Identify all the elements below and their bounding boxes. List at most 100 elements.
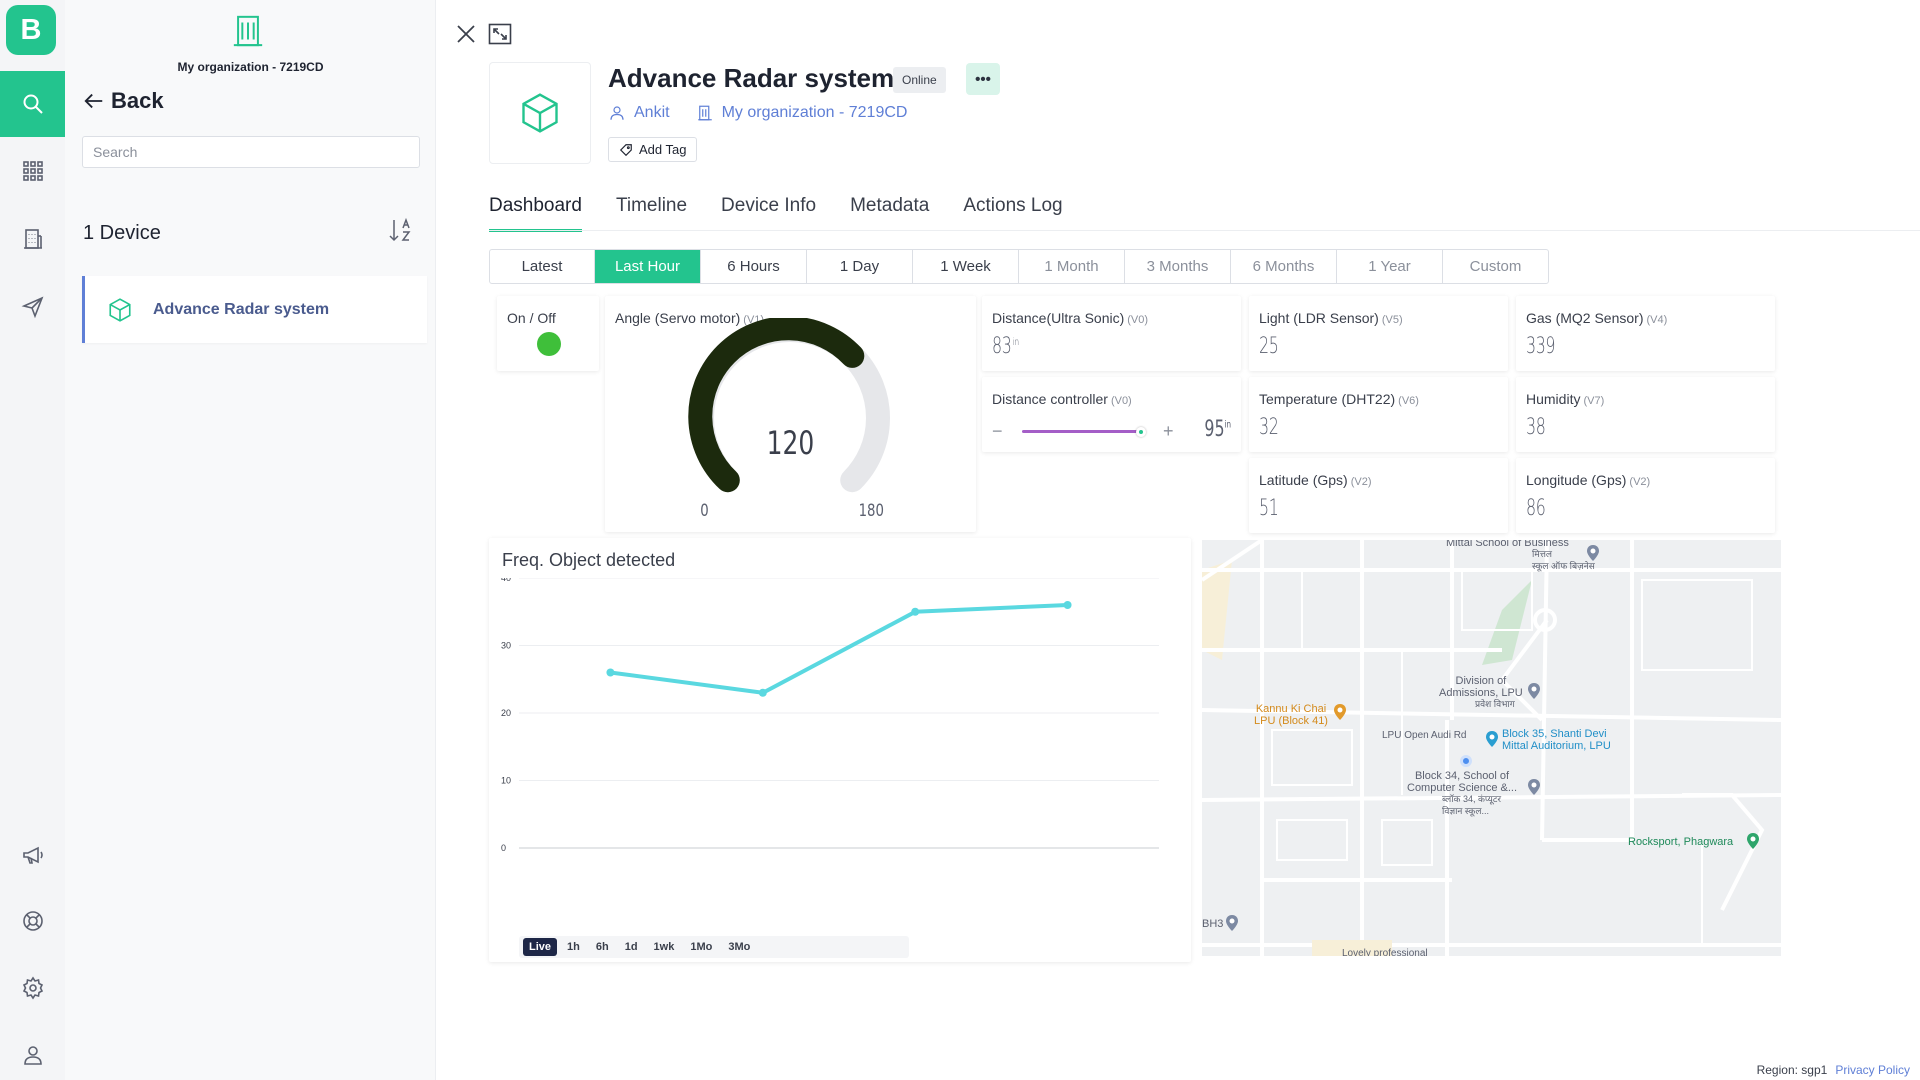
device-meta: Ankit My organization - 7219CD xyxy=(608,104,907,122)
messages-nav-button[interactable] xyxy=(0,274,65,340)
current-location-dot[interactable] xyxy=(1460,755,1472,767)
period-custom[interactable]: Custom xyxy=(1443,250,1548,283)
cafe-pin-icon[interactable] xyxy=(1333,703,1347,721)
distance-controller-unit: in xyxy=(1224,419,1231,431)
gas-value: 339 xyxy=(1526,334,1556,359)
region-label: Region: sgp1 xyxy=(1756,1063,1828,1077)
range-1mo[interactable]: 1Mo xyxy=(684,938,718,956)
distance-controller-number: 95 xyxy=(1204,417,1225,442)
auditorium-pin-icon[interactable] xyxy=(1485,730,1499,748)
slider-handle[interactable] xyxy=(1136,427,1146,437)
period-3-months[interactable]: 3 Months xyxy=(1125,250,1231,283)
tag-icon xyxy=(619,143,632,156)
gas-title-text: Gas (MQ2 Sensor) xyxy=(1526,310,1644,326)
period-1-day[interactable]: 1 Day xyxy=(807,250,913,283)
tab-actions-log[interactable]: Actions Log xyxy=(963,195,1062,232)
distance-controller-value: 95in xyxy=(1204,417,1231,442)
expand-icon[interactable] xyxy=(488,23,512,45)
map-label-road: LPU Open Audi Rd xyxy=(1382,730,1467,741)
angle-gauge xyxy=(688,318,890,493)
distance-controller-title-text: Distance controller xyxy=(992,391,1108,407)
tab-timeline[interactable]: Timeline xyxy=(616,195,687,232)
profile-nav-button[interactable] xyxy=(0,1022,65,1080)
slider-track[interactable] xyxy=(1022,430,1138,433)
longitude-title-text: Longitude (Gps) xyxy=(1526,472,1627,488)
temperature-widget: Temperature (DHT22) (V6) 32 xyxy=(1249,377,1508,452)
slider-decrement-button[interactable]: − xyxy=(992,421,1003,442)
temperature-title-text: Temperature (DHT22) xyxy=(1259,391,1396,407)
school-pin-icon[interactable] xyxy=(1527,778,1541,796)
period-1-week[interactable]: 1 Week xyxy=(913,250,1019,283)
y-tick-label: 10 xyxy=(501,776,511,786)
period-6-hours[interactable]: 6 Hours xyxy=(701,250,807,283)
tab-metadata[interactable]: Metadata xyxy=(850,195,929,232)
tabs-divider xyxy=(489,230,1920,231)
range-1h[interactable]: 1h xyxy=(561,938,586,956)
y-tick-label: 20 xyxy=(501,708,511,718)
shop-pin-icon[interactable] xyxy=(1746,832,1760,850)
period-1-month[interactable]: 1 Month xyxy=(1019,250,1125,283)
privacy-policy-link[interactable]: Privacy Policy xyxy=(1835,1063,1910,1077)
data-point[interactable] xyxy=(911,607,920,616)
map-label-block34: Block 34, School of Computer Science &..… xyxy=(1407,770,1518,794)
app-logo[interactable]: B xyxy=(6,5,56,55)
more-actions-button[interactable]: ••• xyxy=(966,63,1000,95)
range-3mo[interactable]: 3Mo xyxy=(722,938,756,956)
period-last-hour[interactable]: Last Hour xyxy=(595,250,701,283)
light-widget: Light (LDR Sensor) (V5) 25 xyxy=(1249,296,1508,371)
search-nav-button[interactable] xyxy=(0,71,65,137)
distance-title-text: Distance(Ultra Sonic) xyxy=(992,310,1125,326)
period-6-months[interactable]: 6 Months xyxy=(1231,250,1337,283)
onoff-title: On / Off xyxy=(507,310,556,326)
organizations-nav-button[interactable] xyxy=(0,206,65,272)
sort-az-icon[interactable] xyxy=(388,216,414,244)
distance-controller-pin: (V0) xyxy=(1110,395,1132,407)
distance-controller-title: Distance controller (V0) xyxy=(992,391,1132,407)
gear-icon xyxy=(22,976,43,1000)
slider-increment-button[interactable]: + xyxy=(1163,421,1174,442)
device-list-panel: My organization - 7219CD Back 1 Device A… xyxy=(65,0,436,1080)
onoff-led[interactable] xyxy=(537,332,561,356)
humidity-title-text: Humidity xyxy=(1526,391,1581,407)
device-tabs: Dashboard Timeline Device Info Metadata … xyxy=(489,195,1097,232)
range-6h[interactable]: 6h xyxy=(590,938,615,956)
megaphone-icon xyxy=(22,846,43,864)
map-widget[interactable]: Mittal School of Business मित्तल स्कूल ऑ… xyxy=(1202,540,1781,956)
data-point[interactable] xyxy=(1063,601,1072,609)
humidity-widget: Humidity (V7) 38 xyxy=(1516,377,1775,452)
user-icon xyxy=(610,106,624,120)
owner-link[interactable]: Ankit xyxy=(634,104,670,122)
series-line xyxy=(610,603,1068,695)
announcements-nav-button[interactable] xyxy=(0,822,65,888)
close-icon[interactable] xyxy=(456,24,476,44)
device-search-input[interactable] xyxy=(82,136,420,168)
angle-value: 120 xyxy=(766,424,815,462)
search-icon xyxy=(23,94,43,114)
help-nav-button[interactable] xyxy=(0,888,65,954)
data-point[interactable] xyxy=(606,668,615,677)
back-button[interactable]: Back xyxy=(83,88,164,114)
map-pin-icon[interactable] xyxy=(1527,682,1541,700)
period-1-year[interactable]: 1 Year xyxy=(1337,250,1443,283)
tab-device-info[interactable]: Device Info xyxy=(721,195,816,232)
device-list-item[interactable]: Advance Radar system xyxy=(82,276,427,343)
line-chart[interactable]: 0 10 20 30 40 xyxy=(489,578,1191,918)
nav-rail: B xyxy=(0,0,65,1080)
longitude-value: 86 xyxy=(1526,496,1546,521)
map-pin-icon[interactable] xyxy=(1586,544,1600,562)
dashboards-nav-button[interactable] xyxy=(0,138,65,204)
data-point[interactable] xyxy=(758,688,767,697)
add-tag-button[interactable]: Add Tag xyxy=(608,137,698,162)
map-pin-icon[interactable] xyxy=(1225,914,1239,932)
tab-dashboard[interactable]: Dashboard xyxy=(489,195,582,232)
chart-widget: Freq. Object detected 0 10 20 30 40 Live 1h … xyxy=(489,538,1191,962)
period-latest[interactable]: Latest xyxy=(490,250,595,283)
time-period-selector: Latest Last Hour 6 Hours 1 Day 1 Week 1 … xyxy=(489,249,1549,284)
gauge-min-label: 0 xyxy=(700,501,709,521)
range-live[interactable]: Live xyxy=(523,938,558,956)
range-1wk[interactable]: 1wk xyxy=(648,938,681,956)
organization-link[interactable]: My organization - 7219CD xyxy=(722,104,908,122)
range-1d[interactable]: 1d xyxy=(619,938,644,956)
distance-pin: (V0) xyxy=(1127,314,1149,326)
settings-nav-button[interactable] xyxy=(0,955,65,1021)
